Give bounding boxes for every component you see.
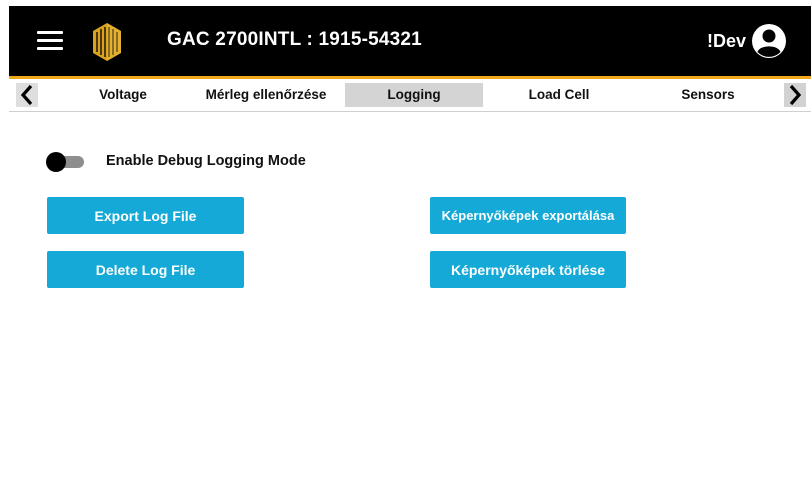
- app-header: GAC 2700INTL : 1915-54321 !Dev: [9, 6, 811, 76]
- delete-log-button[interactable]: Delete Log File: [47, 251, 244, 288]
- delete-screenshots-button[interactable]: Képernyőképek törlése: [430, 251, 626, 288]
- user-name: !Dev: [707, 31, 747, 51]
- app-window: GAC 2700INTL : 1915-54321 !Dev Voltage M…: [9, 6, 811, 490]
- hamburger-menu-icon[interactable]: [37, 30, 63, 52]
- tab-scroll-left-button[interactable]: [16, 83, 38, 107]
- tab-load-cell[interactable]: Load Cell: [515, 83, 603, 107]
- chevron-right-icon: [789, 84, 802, 106]
- export-log-button[interactable]: Export Log File: [47, 197, 244, 234]
- tab-logging[interactable]: Logging: [345, 83, 483, 107]
- tab-merleg-ellenorzese[interactable]: Mérleg ellenőrzése: [196, 83, 336, 107]
- tab-sensors[interactable]: Sensors: [672, 83, 744, 107]
- tab-voltage[interactable]: Voltage: [87, 83, 159, 107]
- user-account-icon[interactable]: [751, 23, 787, 59]
- chevron-left-icon: [20, 84, 33, 106]
- gac-logo-icon: [93, 23, 121, 61]
- debug-logging-label: Enable Debug Logging Mode: [106, 153, 306, 169]
- tab-scroll-right-button[interactable]: [784, 83, 806, 107]
- debug-logging-toggle[interactable]: [46, 152, 86, 172]
- device-title: GAC 2700INTL : 1915-54321: [167, 29, 422, 50]
- export-screenshots-button[interactable]: Képernyőképek exportálása: [430, 197, 626, 234]
- tab-bar: Voltage Mérleg ellenőrzése Logging Load …: [9, 79, 811, 112]
- toggle-knob: [46, 152, 66, 172]
